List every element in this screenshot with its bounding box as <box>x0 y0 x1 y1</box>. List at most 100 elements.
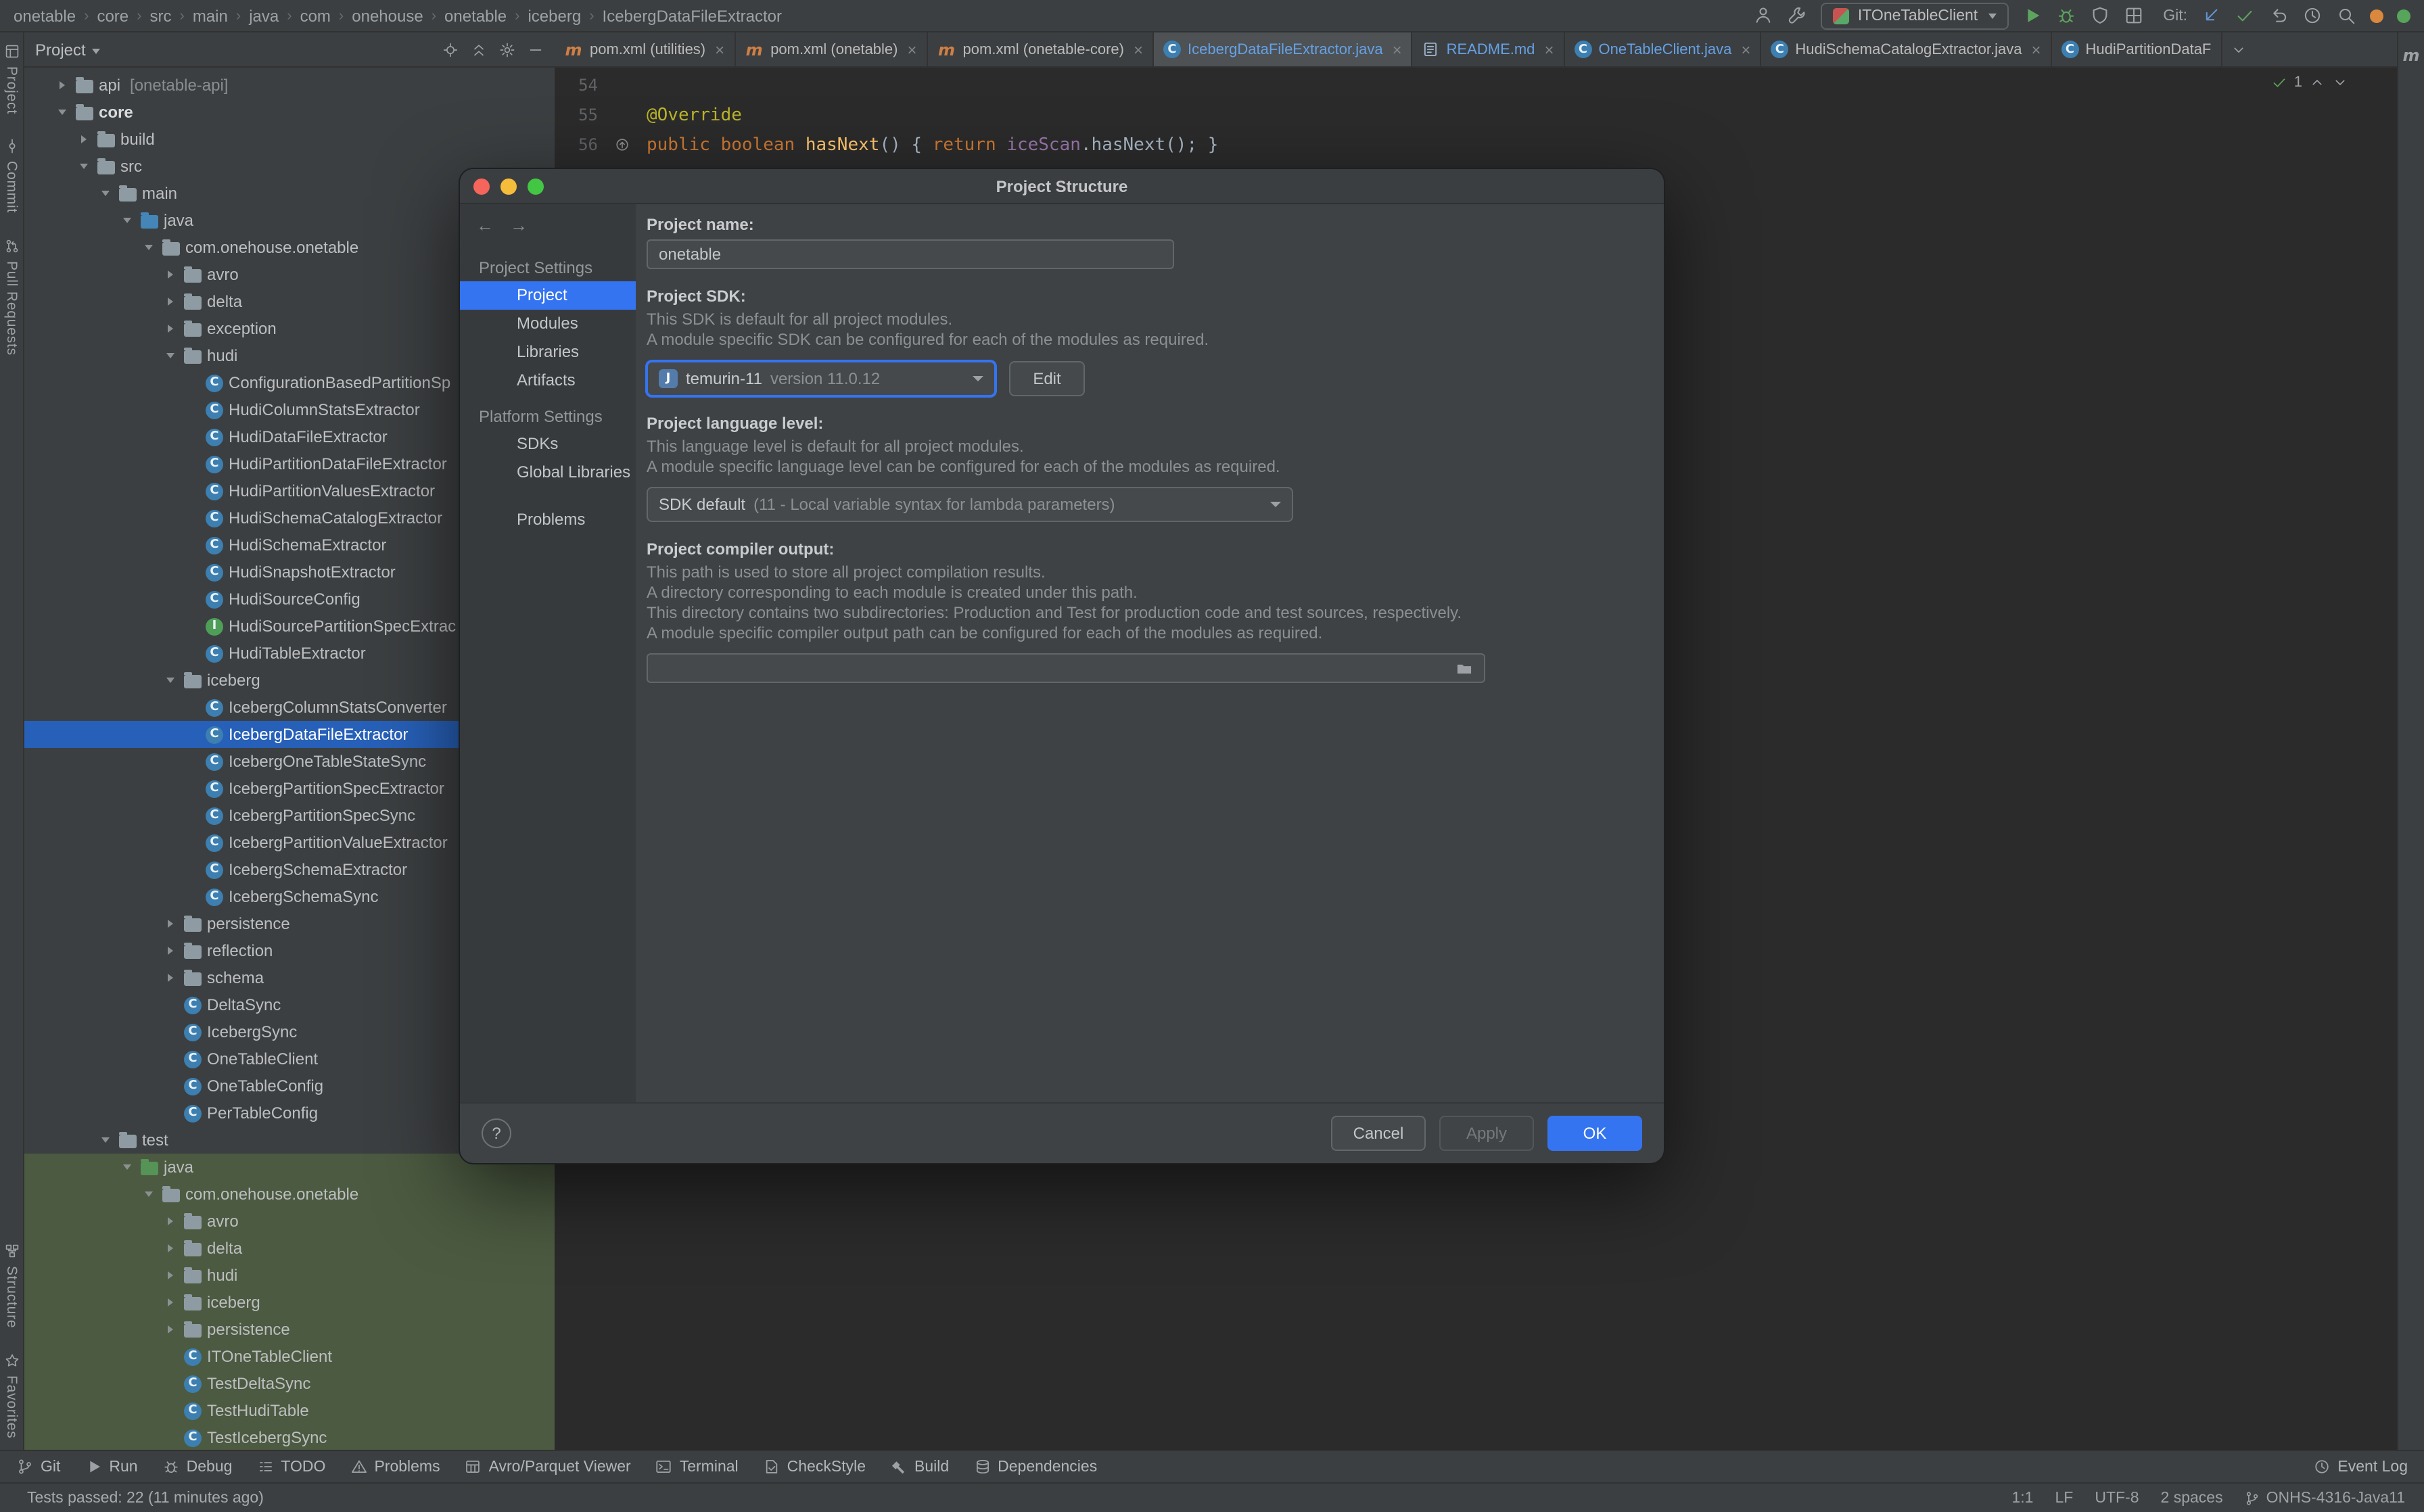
breadcrumb-item[interactable]: core <box>97 6 129 25</box>
tree-item[interactable]: core <box>24 99 555 126</box>
toolwindow-button-dependencies[interactable]: Dependencies <box>973 1458 1097 1475</box>
tree-toggle-icon[interactable] <box>141 1186 157 1202</box>
toolwindow-button-avro-parquet-viewer[interactable]: Avro/Parquet Viewer <box>465 1458 631 1475</box>
overriding-method-icon[interactable] <box>614 137 630 153</box>
maven-tool-icon[interactable]: m <box>2402 46 2421 65</box>
toolwindow-button-checkstyle[interactable]: CheckStyle <box>763 1458 866 1475</box>
forward-icon[interactable]: → <box>510 215 528 235</box>
coverage-button[interactable] <box>2090 5 2110 26</box>
tree-toggle-icon[interactable] <box>162 970 179 986</box>
vcs-update-button[interactable] <box>2201 5 2221 26</box>
toolwindow-button-terminal[interactable]: Terminal <box>655 1458 739 1475</box>
tree-toggle-icon[interactable] <box>162 943 179 959</box>
tree-toggle-icon[interactable] <box>54 77 70 93</box>
tree-item[interactable]: hudi <box>24 1262 555 1289</box>
wrench-icon[interactable] <box>1788 5 1808 26</box>
tree-toggle-icon[interactable] <box>162 266 179 283</box>
close-tab-icon[interactable]: × <box>2031 41 2041 57</box>
close-tab-icon[interactable]: × <box>1393 41 1402 57</box>
status-widget[interactable]: 1:1 <box>2012 1490 2034 1506</box>
run-button[interactable] <box>2022 5 2043 26</box>
tree-toggle-icon[interactable] <box>119 212 135 229</box>
breadcrumb-item[interactable]: IcebergDataFileExtractor <box>603 6 782 25</box>
dialog-nav-item[interactable]: Artifacts <box>460 367 636 395</box>
tree-toggle-icon[interactable] <box>162 1213 179 1229</box>
hide-panel-button[interactable] <box>528 41 544 57</box>
browse-folder-icon[interactable] <box>1455 659 1473 677</box>
user-icon[interactable] <box>1754 5 1774 26</box>
dialog-nav-item[interactable]: Project <box>460 281 636 310</box>
editor-tab[interactable]: COneTableClient.java× <box>1564 32 1761 66</box>
tree-toggle-icon[interactable] <box>162 1267 179 1283</box>
breadcrumb-item[interactable]: src <box>149 6 171 25</box>
compiler-output-field[interactable] <box>647 653 1485 683</box>
editor-tab[interactable]: CHudiPartitionDataF <box>2052 32 2222 66</box>
tree-item[interactable]: com.onehouse.onetable <box>24 1181 555 1208</box>
project-sdk-selector[interactable]: J temurin-11 version 11.0.12 <box>647 361 996 396</box>
next-issue-icon[interactable] <box>2332 74 2348 91</box>
editor-tab[interactable]: CHudiSchemaCatalogExtractor.java× <box>1761 32 2051 66</box>
tree-toggle-icon[interactable] <box>162 672 179 688</box>
tree-item[interactable]: build <box>24 126 555 153</box>
close-tab-icon[interactable]: × <box>1134 41 1143 57</box>
update-badge-icon[interactable] <box>2370 9 2383 22</box>
tree-toggle-icon[interactable] <box>54 104 70 120</box>
collapse-all-button[interactable] <box>471 41 487 57</box>
tree-toggle-icon[interactable] <box>162 916 179 932</box>
edit-sdk-button[interactable]: Edit <box>1009 361 1085 396</box>
breadcrumb-item[interactable]: com <box>300 6 331 25</box>
panel-settings-button[interactable] <box>499 41 515 57</box>
tree-item[interactable]: CTestDeltaSync <box>24 1370 555 1397</box>
toolwindow-button-problems[interactable]: Problems <box>350 1458 440 1475</box>
tree-toggle-icon[interactable] <box>162 321 179 337</box>
commit-button[interactable] <box>2235 5 2255 26</box>
tool-stripe-button-structure[interactable]: Structure <box>3 1243 20 1328</box>
close-window-icon[interactable] <box>473 178 490 194</box>
dialog-nav-item[interactable]: Global Libraries <box>460 458 636 487</box>
tree-toggle-icon[interactable] <box>97 185 114 202</box>
tree-item[interactable]: CTestIcebergSync <box>24 1424 555 1450</box>
tree-toggle-icon[interactable] <box>76 131 92 147</box>
editor-tab[interactable]: README.md× <box>1413 32 1565 66</box>
status-widget[interactable]: UTF-8 <box>2095 1490 2139 1506</box>
prev-issue-icon[interactable] <box>2309 74 2325 91</box>
rollback-button[interactable] <box>2268 5 2289 26</box>
hidden-tabs-icon[interactable] <box>2230 41 2246 57</box>
dialog-nav-item[interactable]: Problems <box>460 506 636 534</box>
breadcrumb-item[interactable]: onetable <box>14 6 76 25</box>
cancel-button[interactable]: Cancel <box>1331 1116 1426 1151</box>
help-button[interactable]: ? <box>482 1118 511 1148</box>
toolwindow-button-run[interactable]: Run <box>85 1458 137 1475</box>
event-log-button[interactable]: Event Log <box>2313 1458 2408 1475</box>
back-icon[interactable]: ← <box>476 215 494 235</box>
tree-toggle-icon[interactable] <box>162 348 179 364</box>
tree-item[interactable]: CTestHudiTable <box>24 1397 555 1424</box>
toolwindow-button-debug[interactable]: Debug <box>162 1458 233 1475</box>
minimize-window-icon[interactable] <box>500 178 517 194</box>
editor-tab[interactable]: mpom.xml (onetable)× <box>735 32 927 66</box>
breadcrumb-item[interactable]: main <box>193 6 228 25</box>
toolwindow-button-build[interactable]: Build <box>890 1458 949 1475</box>
editor-tab[interactable]: mpom.xml (utilities)× <box>555 32 735 66</box>
close-tab-icon[interactable]: × <box>908 41 917 57</box>
tree-toggle-icon[interactable] <box>162 293 179 310</box>
tree-toggle-icon[interactable] <box>119 1159 135 1175</box>
tool-stripe-button-project[interactable]: Project <box>3 43 20 114</box>
tool-stripe-button-commit[interactable]: Commit <box>3 139 20 214</box>
tree-item[interactable]: delta <box>24 1235 555 1262</box>
debug-button[interactable] <box>2056 5 2076 26</box>
breadcrumb-item[interactable]: onehouse <box>352 6 423 25</box>
close-tab-icon[interactable]: × <box>1741 41 1750 57</box>
tool-stripe-button-pull-requests[interactable]: Pull Requests <box>3 238 20 356</box>
dialog-nav-item[interactable]: Modules <box>460 310 636 338</box>
status-widget[interactable]: 2 spaces <box>2161 1490 2223 1506</box>
editor-tab[interactable]: mpom.xml (onetable-core)× <box>928 32 1154 66</box>
tool-stripe-button-favorites[interactable]: Favorites <box>3 1352 20 1439</box>
status-widget[interactable]: LF <box>2055 1490 2074 1506</box>
language-level-selector[interactable]: SDK default (11 - Local variable syntax … <box>647 487 1293 522</box>
zoom-window-icon[interactable] <box>528 178 544 194</box>
tree-item[interactable]: persistence <box>24 1316 555 1343</box>
locate-file-button[interactable] <box>442 41 459 57</box>
tree-toggle-icon[interactable] <box>162 1321 179 1338</box>
close-tab-icon[interactable]: × <box>715 41 724 57</box>
